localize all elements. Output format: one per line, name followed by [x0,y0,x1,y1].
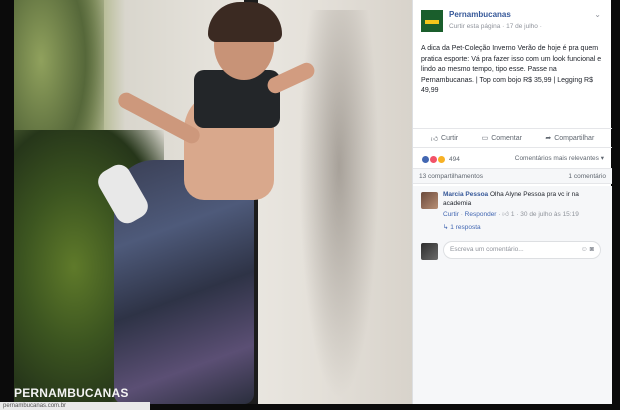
shares-count[interactable]: 13 compartilhamentos [419,173,483,180]
comment-item: Marcia Pessoa Olha Alyne Pessoa pra vc i… [421,190,604,220]
chevron-down-icon[interactable]: ⌄ [594,10,601,19]
avatar [421,243,438,260]
comment-reply-link[interactable]: Responder [465,211,497,218]
page-name[interactable]: Pernambucanas [449,10,511,19]
reaction-count: 494 [449,155,460,163]
comment-input-placeholder: Escreva um comentário... [450,246,524,253]
comments-section: Marcia Pessoa Olha Alyne Pessoa pra vc i… [413,186,612,404]
like-label: Curtir [441,134,459,142]
post-meta[interactable]: Curtir esta página · 17 de julho · [449,23,542,30]
replies-label: 1 resposta [450,224,481,231]
reactions-summary[interactable]: 494 Comentários mais relevantes ▾ [421,152,606,166]
comment-author[interactable]: Marcia Pessoa [443,191,488,198]
comment-button[interactable]: ▭ Comentar [481,134,522,143]
share-button[interactable]: ➦ Compartilhar [545,134,595,143]
post-actions: 👍︎ Curtir ▭ Comentar ➦ Compartilhar [413,128,612,148]
comment-like-count: 1 [510,211,515,218]
reply-arrow-icon: ↳ [443,224,449,231]
comment-input[interactable]: Escreva um comentário... ☺ ◙ [443,241,601,259]
comment-sort-dropdown[interactable]: Comentários mais relevantes ▾ [515,154,604,162]
photo-watermark: PERNAMBUCANAS [14,386,129,400]
comment-time[interactable]: 30 de julho às 15:19 [520,211,579,218]
facebook-photo-viewer: PERNAMBUCANAS pernambucanas.com.br Perna… [0,0,620,410]
comment-label: Comentar [491,134,522,142]
comment-meta: Curtir · Responder · 👍︎ 1 · 30 de julho … [443,211,579,218]
emoji-camera-icons[interactable]: ☺ ◙ [581,246,594,253]
comment-body: Marcia Pessoa Olha Alyne Pessoa pra vc i… [443,190,604,208]
post-header: Pernambucanas Curtir esta página · 17 de… [413,0,611,40]
share-icon: ➦ [545,135,552,142]
comment-like-link[interactable]: Curtir [443,211,459,218]
shares-bar: 13 compartilhamentos 1 comentário [413,168,612,184]
comment-composer: Escreva um comentário... ☺ ◙ [421,241,604,263]
haha-reaction-icon [437,154,446,164]
comment-icon: ▭ [481,135,489,142]
post-photo[interactable]: PERNAMBUCANAS [14,0,412,404]
view-replies-link[interactable]: ↳ 1 resposta [443,223,604,231]
like-button[interactable]: 👍︎ Curtir [431,134,458,143]
share-label: Compartilhar [554,134,595,142]
page-logo[interactable] [421,10,443,32]
status-url: pernambucanas.com.br [0,402,150,410]
comments-count[interactable]: 1 comentário [568,173,606,180]
post-caption: A dica da Pet-Coleção Inverno Verão de h… [421,45,602,94]
avatar[interactable] [421,192,438,209]
thumbs-up-icon: 👍︎ [430,135,439,143]
post-side-panel: Pernambucanas Curtir esta página · 17 de… [412,0,612,404]
thumbs-up-icon: 👍︎ [502,211,510,218]
